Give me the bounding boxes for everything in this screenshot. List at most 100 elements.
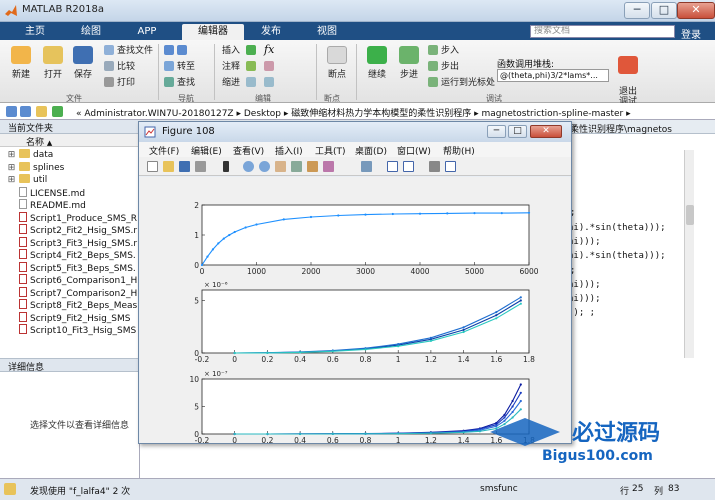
goto-label: 转至	[177, 62, 196, 72]
breadcrumb-prefix[interactable]: «	[76, 109, 82, 119]
file-list-item[interactable]: Script5_Fit3_Beps_SMS.	[0, 261, 140, 274]
find-button[interactable]: 查找	[164, 77, 195, 89]
new-figure-icon[interactable]	[147, 161, 158, 172]
increase-indent-icon[interactable]	[264, 77, 274, 87]
smart-indent-icon[interactable]	[246, 77, 256, 87]
step-button[interactable]: 步进	[394, 46, 424, 80]
file-list-item[interactable]: Script4_Fit2_Beps_SMS.	[0, 249, 140, 261]
file-list-item[interactable]: Script3_Fit3_Hsig_SMS.r	[0, 236, 140, 249]
insert-section-icon[interactable]	[246, 45, 256, 55]
menu-desktop[interactable]: 桌面(D)	[355, 144, 387, 157]
comment-button[interactable]: 注释	[222, 61, 240, 73]
menu-file[interactable]: 文件(F)	[149, 144, 179, 157]
expand-icon[interactable]: ⊞	[7, 149, 16, 161]
current-folder-address-bar[interactable]: « Administrator.WIN7U-20180127Z ▸ Deskto…	[0, 103, 715, 120]
figure-title-bar[interactable]: Figure 108 ─ □ ✕	[139, 122, 571, 142]
file-list-item[interactable]: Script9_Fit2_Hsig_SMS	[0, 311, 140, 324]
zoom-in-icon[interactable]	[243, 161, 254, 172]
tab-view[interactable]: 视图	[300, 24, 354, 40]
comment-percent-icon[interactable]	[246, 61, 256, 71]
up-folder-icon[interactable]	[36, 106, 47, 117]
menu-tools[interactable]: 工具(T)	[315, 144, 346, 157]
name-column-header[interactable]: 名称 ▲	[0, 134, 140, 148]
run-to-cursor-button[interactable]: 运行到光标处	[428, 77, 495, 89]
file-list-item[interactable]: Script2_Fit2_Hsig_SMS.r	[0, 224, 140, 236]
save-figure-icon[interactable]	[179, 161, 190, 172]
open-button[interactable]: 打开	[38, 46, 68, 80]
continue-button[interactable]: 继续	[362, 46, 392, 80]
insert-button[interactable]: 插入	[222, 45, 240, 57]
file-list-item[interactable]: Script1_Produce_SMS_R	[0, 211, 140, 224]
tab-publish[interactable]: 发布	[244, 24, 298, 40]
figure-minimize-button[interactable]: ─	[487, 125, 506, 138]
scrollbar-thumb[interactable]	[686, 205, 694, 225]
uncomment-icon[interactable]	[264, 61, 274, 71]
pointer-icon[interactable]	[223, 161, 229, 172]
breadcrumb-item[interactable]: Desktop	[244, 109, 281, 119]
hide-plot-tools-icon[interactable]	[429, 161, 440, 172]
breadcrumb-item[interactable]: 磁致伸缩材料热力学本构模型的柔性识别程序	[291, 109, 471, 119]
legend-icon[interactable]	[403, 161, 414, 172]
login-link[interactable]: 登录	[681, 26, 701, 41]
pan-hand-icon[interactable]	[275, 161, 286, 172]
editor-scrollbar[interactable]	[684, 150, 694, 358]
figure-canvas[interactable]: 0 1000 2000 3000 4000 5000 6000 0 1 2 -0.2 0 0.2 0.4 0…	[140, 177, 570, 445]
open-file-icon[interactable]	[163, 161, 174, 172]
data-cursor-icon[interactable]	[307, 161, 318, 172]
print-figure-icon[interactable]	[195, 161, 206, 172]
tab-editor[interactable]: 编辑器	[182, 24, 244, 40]
expand-icon[interactable]: ⊞	[7, 162, 16, 174]
menu-insert[interactable]: 插入(I)	[275, 144, 303, 157]
breadcrumb-item[interactable]: magnetostriction-spline-master	[482, 109, 624, 119]
figure-window[interactable]: Figure 108 ─ □ ✕ 文件(F) 编辑(E) 查看(V) 插入(I)…	[138, 121, 572, 445]
show-plot-tools-icon[interactable]	[445, 161, 456, 172]
goto-button[interactable]: 转至	[164, 61, 195, 73]
figure-close-button[interactable]: ✕	[530, 125, 562, 138]
close-button[interactable]: ✕	[677, 2, 715, 19]
tab-plots[interactable]: 绘图	[64, 24, 118, 40]
file-list-item[interactable]: Script10_Fit3_Hsig_SMS	[0, 324, 140, 336]
compare-button[interactable]: 比较	[104, 61, 135, 73]
find-files-button[interactable]: 查找文件	[104, 45, 153, 57]
menu-help[interactable]: 帮助(H)	[443, 144, 475, 157]
breakpoints-button[interactable]: 断点	[322, 46, 352, 80]
step-in-button[interactable]: 步入	[428, 45, 459, 57]
file-list-item[interactable]: ⊞ data	[0, 149, 140, 161]
menu-edit[interactable]: 编辑(E)	[191, 144, 222, 157]
minimize-button[interactable]: ─	[624, 2, 650, 19]
file-list-item[interactable]: Script7_Comparison2_H	[0, 286, 140, 299]
link-plot-icon[interactable]	[361, 161, 372, 172]
exit-debug-button[interactable]: 退出 调试	[613, 46, 643, 107]
file-list-item[interactable]: README.md	[0, 199, 140, 211]
menu-window[interactable]: 窗口(W)	[397, 144, 431, 157]
file-list-item[interactable]: ⊞ splines	[0, 161, 140, 174]
tab-home[interactable]: 主页	[8, 24, 62, 40]
function-call-stack-select[interactable]: @(theta,phi)3/2*lams*...	[497, 69, 609, 82]
browse-folder-icon[interactable]	[52, 106, 63, 117]
forward-icon[interactable]	[20, 106, 31, 117]
breadcrumb-item[interactable]: Administrator.WIN7U-20180127Z	[84, 109, 233, 119]
expand-icon[interactable]: ⊞	[7, 174, 16, 186]
file-list-item[interactable]: Script6_Comparison1_H	[0, 274, 140, 286]
rotate-3d-icon[interactable]	[291, 161, 302, 172]
figure-maximize-button[interactable]: □	[508, 125, 527, 138]
tab-apps[interactable]: APP	[120, 24, 174, 40]
file-list-item[interactable]: ⊞ util	[0, 174, 140, 186]
save-button[interactable]: 保存	[68, 46, 98, 80]
back-icon[interactable]	[6, 106, 17, 117]
file-list-item[interactable]: LICENSE.md	[0, 186, 140, 199]
back-forward-buttons[interactable]	[164, 45, 190, 57]
fx-icon[interactable]: fx	[264, 43, 274, 56]
step-out-button[interactable]: 步出	[428, 61, 459, 73]
print-button[interactable]: 打印	[104, 77, 135, 89]
search-documentation-input[interactable]: 搜索文档	[530, 25, 675, 38]
zoom-out-icon[interactable]	[259, 161, 270, 172]
brush-icon[interactable]	[323, 161, 334, 172]
indent-button[interactable]: 缩进	[222, 77, 240, 89]
new-button[interactable]: 新建	[6, 46, 36, 80]
menu-view[interactable]: 查看(V)	[233, 144, 264, 157]
editor-tab-title[interactable]: 柔性识别程序\magnetos	[570, 122, 672, 135]
colorbar-icon[interactable]	[387, 161, 398, 172]
file-list-item[interactable]: Script8_Fit2_Beps_Meas	[0, 299, 140, 311]
maximize-button[interactable]: □	[651, 2, 677, 19]
